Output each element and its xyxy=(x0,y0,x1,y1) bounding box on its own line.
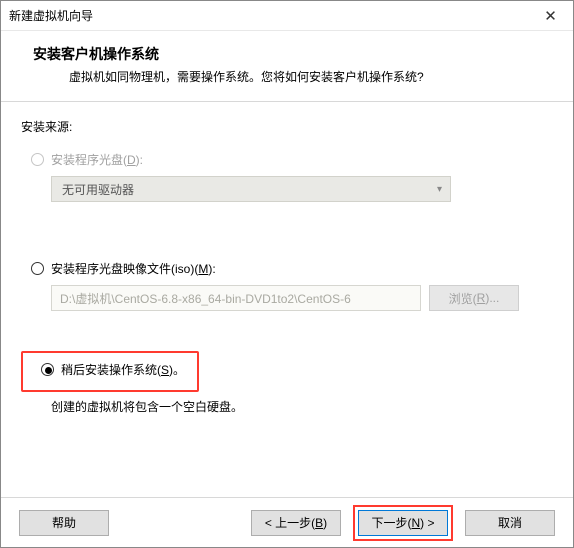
close-button[interactable]: ✕ xyxy=(528,2,573,30)
help-button[interactable]: 帮助 xyxy=(19,510,109,536)
chevron-down-icon: ▾ xyxy=(437,184,442,195)
content-area: 安装来源: 安装程序光盘(D): 无可用驱动器 ▾ 安装程序光盘映像文件(iso… xyxy=(1,102,573,425)
drive-combo-value: 无可用驱动器 xyxy=(62,181,134,198)
radio-icon xyxy=(31,262,44,275)
wizard-header: 安装客户机操作系统 虚拟机如同物理机，需要操作系统。您将如何安装客户机操作系统? xyxy=(1,31,573,102)
browse-button: 浏览(R)... xyxy=(429,285,519,311)
footer: 帮助 < 上一步(B) 下一步(N) > 取消 xyxy=(1,497,573,547)
cancel-button[interactable]: 取消 xyxy=(465,510,555,536)
radio-installer-disc-label: 安装程序光盘(D): xyxy=(51,151,143,168)
radio-install-later[interactable]: 稍后安装操作系统(S)。 xyxy=(41,361,185,378)
back-button[interactable]: < 上一步(B) xyxy=(251,510,341,536)
iso-row: D:\虚拟机\CentOS-6.8-x86_64-bin-DVD1to2\Cen… xyxy=(51,285,553,311)
radio-iso[interactable]: 安装程序光盘映像文件(iso)(M): xyxy=(31,260,553,277)
page-subheading: 虚拟机如同物理机，需要操作系统。您将如何安装客户机操作系统? xyxy=(69,68,561,85)
iso-path-field: D:\虚拟机\CentOS-6.8-x86_64-bin-DVD1to2\Cen… xyxy=(51,285,421,311)
install-later-hint: 创建的虚拟机将包含一个空白硬盘。 xyxy=(51,398,553,415)
window-title: 新建虚拟机向导 xyxy=(9,7,93,24)
highlight-box-next: 下一步(N) > xyxy=(353,505,453,541)
highlight-box-later: 稍后安装操作系统(S)。 xyxy=(21,351,199,392)
drive-combo: 无可用驱动器 ▾ xyxy=(51,176,451,202)
radio-installer-disc: 安装程序光盘(D): xyxy=(31,151,553,168)
next-button[interactable]: 下一步(N) > xyxy=(358,510,448,536)
radio-install-later-label: 稍后安装操作系统(S)。 xyxy=(61,361,185,378)
close-icon: ✕ xyxy=(544,7,557,25)
titlebar: 新建虚拟机向导 ✕ xyxy=(1,1,573,31)
page-heading: 安装客户机操作系统 xyxy=(33,44,561,64)
radio-icon xyxy=(31,153,44,166)
install-source-label: 安装来源: xyxy=(21,118,553,135)
radio-iso-label: 安装程序光盘映像文件(iso)(M): xyxy=(51,260,216,277)
radio-icon xyxy=(41,363,54,376)
